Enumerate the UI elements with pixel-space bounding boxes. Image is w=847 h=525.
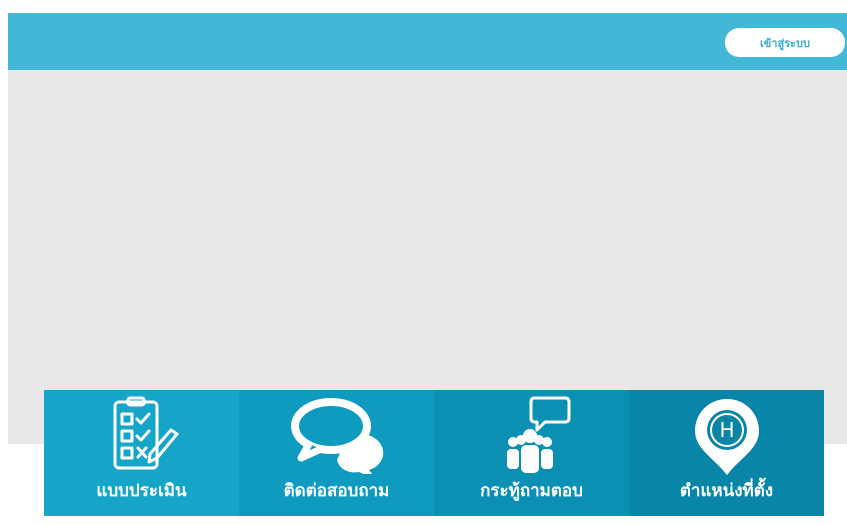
hero-banner <box>8 70 847 444</box>
login-button[interactable]: เข้าสู่ระบบ <box>725 28 845 57</box>
svg-text:H: H <box>719 418 734 442</box>
header-bar: เข้าสู่ระบบ <box>8 13 847 70</box>
group-chat-icon <box>434 396 629 474</box>
tile-label: แบบประเมิน <box>96 481 187 501</box>
checklist-clipboard-icon <box>44 396 239 474</box>
tile-contact[interactable]: ติดต่อสอบถาม <box>239 390 434 516</box>
tile-label: กระทู้ถามตอบ <box>480 481 583 501</box>
menu-tiles: แบบประเมิน ติดต่อสอบถาม กระทู้ถามตอบ H ต… <box>44 390 824 516</box>
tile-evaluation[interactable]: แบบประเมิน <box>44 390 239 516</box>
tile-location[interactable]: H ตำแหน่งที่ตั้ง <box>629 390 824 516</box>
tile-label: ตำแหน่งที่ตั้ง <box>679 481 774 501</box>
location-pin-icon: H <box>629 396 824 475</box>
page: เข้าสู่ระบบ แบบประเมิน ติดต่อสอบถาม กระท… <box>0 0 847 525</box>
speech-bubbles-icon <box>239 396 434 474</box>
tile-label: ติดต่อสอบถาม <box>283 481 390 501</box>
tile-qa-board[interactable]: กระทู้ถามตอบ <box>434 390 629 516</box>
